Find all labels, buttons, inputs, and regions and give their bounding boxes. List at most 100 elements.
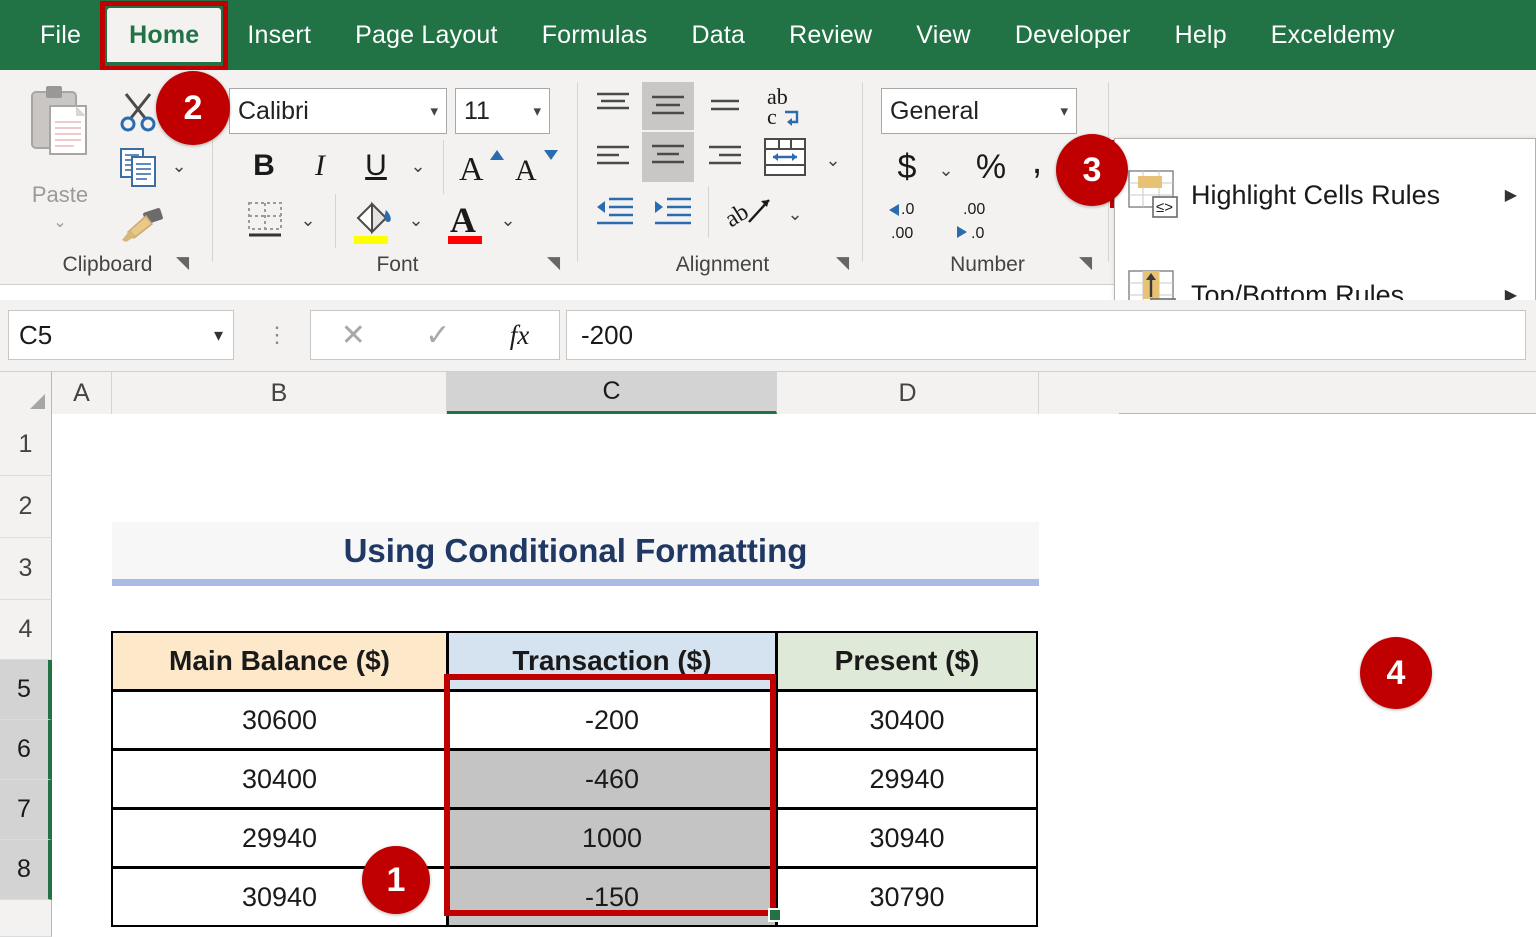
merge-center-button[interactable] bbox=[756, 132, 814, 184]
align-right-button[interactable] bbox=[700, 136, 750, 180]
cell-present[interactable]: 30940 bbox=[776, 808, 1038, 868]
row-header-7[interactable]: 7 bbox=[0, 780, 52, 840]
orientation-button[interactable]: ab bbox=[722, 186, 778, 238]
grow-font-icon: A bbox=[457, 144, 505, 188]
copy-dropdown-chevron-icon[interactable]: ⌄ bbox=[166, 148, 192, 184]
borders-dropdown-chevron-icon[interactable]: ⌄ bbox=[293, 202, 323, 238]
select-all-corner[interactable] bbox=[0, 372, 52, 414]
tab-insert[interactable]: Insert bbox=[225, 8, 333, 62]
align-left-button[interactable] bbox=[588, 136, 638, 180]
tab-page-layout[interactable]: Page Layout bbox=[333, 8, 520, 62]
alignment-dialog-launcher[interactable]: ◥ bbox=[836, 253, 849, 273]
fill-color-dropdown-chevron-icon[interactable]: ⌄ bbox=[401, 202, 431, 238]
row-header-9[interactable] bbox=[0, 900, 52, 937]
tab-formulas[interactable]: Formulas bbox=[520, 8, 670, 62]
column-header-a[interactable]: A bbox=[52, 372, 112, 414]
merge-center-dropdown-chevron-icon[interactable]: ⌄ bbox=[818, 142, 848, 178]
wrap-text-icon: ab c bbox=[763, 82, 813, 130]
align-center-button[interactable] bbox=[642, 132, 694, 182]
merge-cells-icon bbox=[761, 135, 809, 181]
paste-label: Paste bbox=[32, 182, 88, 208]
font-dialog-launcher[interactable]: ◥ bbox=[547, 253, 560, 273]
row-header-8[interactable]: 8 bbox=[0, 840, 52, 900]
bold-button[interactable]: B bbox=[241, 144, 287, 188]
font-color-icon: A bbox=[440, 196, 490, 246]
format-painter-button[interactable] bbox=[112, 198, 172, 248]
increase-indent-button[interactable] bbox=[646, 188, 700, 234]
increase-font-size-button[interactable]: A bbox=[455, 142, 507, 190]
cell-main-balance[interactable]: 30600 bbox=[111, 690, 448, 750]
underline-dropdown-chevron-icon[interactable]: ⌄ bbox=[403, 148, 433, 184]
number-format-combobox[interactable]: General ▾ bbox=[881, 88, 1077, 134]
column-header-c[interactable]: C bbox=[447, 372, 777, 414]
fill-handle[interactable] bbox=[768, 908, 782, 922]
tab-view[interactable]: View bbox=[894, 8, 993, 62]
row-header-3[interactable]: 3 bbox=[0, 538, 52, 600]
font-color-dropdown-chevron-icon[interactable]: ⌄ bbox=[493, 202, 523, 238]
top-align-button[interactable] bbox=[588, 84, 638, 128]
formula-bar-grip[interactable]: ⋮ bbox=[266, 322, 288, 348]
copy-button[interactable] bbox=[112, 142, 164, 192]
name-box[interactable]: C5 ▾ bbox=[8, 310, 234, 360]
decrease-font-size-button[interactable]: A bbox=[511, 142, 563, 190]
cell-transaction[interactable]: -150 bbox=[447, 867, 777, 927]
tab-help[interactable]: Help bbox=[1153, 8, 1249, 62]
fill-color-button[interactable] bbox=[345, 194, 401, 248]
cell-present[interactable]: 29940 bbox=[776, 749, 1038, 809]
insert-function-icon[interactable]: fx bbox=[510, 320, 530, 351]
worksheet-grid: A B C D 1 2 3 4 5 6 7 8 Using Conditiona… bbox=[0, 372, 1536, 937]
clipboard-dialog-launcher[interactable]: ◥ bbox=[176, 253, 189, 273]
column-header-b[interactable]: B bbox=[112, 372, 447, 414]
cell-present[interactable]: 30790 bbox=[776, 867, 1038, 927]
cell-transaction[interactable]: -460 bbox=[447, 749, 777, 809]
percent-button[interactable]: % bbox=[969, 142, 1013, 192]
currency-dropdown-chevron-icon[interactable]: ⌄ bbox=[931, 152, 961, 188]
paste-button[interactable]: Paste ⌄ bbox=[14, 84, 106, 260]
callout-badge-2: 2 bbox=[156, 71, 230, 145]
tab-home[interactable]: Home bbox=[107, 8, 221, 62]
row-header-2[interactable]: 2 bbox=[0, 476, 52, 538]
wrap-text-button[interactable]: ab c bbox=[758, 80, 818, 132]
cell-main-balance[interactable]: 30400 bbox=[111, 749, 448, 809]
middle-align-button[interactable] bbox=[642, 82, 694, 130]
cell-transaction[interactable]: -200 bbox=[447, 690, 777, 750]
column-header-d[interactable]: D bbox=[777, 372, 1039, 414]
enter-icon[interactable]: ✓ bbox=[425, 318, 450, 353]
decrease-decimal-button[interactable]: .00 .0 bbox=[949, 196, 1011, 246]
increase-indent-icon bbox=[651, 193, 695, 229]
menu-item-highlight-cells-rules[interactable]: ≤> Highlight Cells Rules ▶ bbox=[1115, 145, 1536, 245]
menu-item-label: Highlight Cells Rules bbox=[1191, 180, 1505, 211]
increase-decimal-button[interactable]: .0 .00 bbox=[883, 196, 945, 246]
borders-button[interactable] bbox=[241, 196, 293, 244]
decrease-indent-button[interactable] bbox=[588, 188, 642, 234]
cell-transaction[interactable]: 1000 bbox=[447, 808, 777, 868]
tab-developer[interactable]: Developer bbox=[993, 8, 1153, 62]
column-header-e[interactable] bbox=[1039, 372, 1119, 414]
formula-bar-row: C5 ▾ ⋮ ✕ ✓ fx -200 bbox=[0, 300, 1536, 372]
tab-file[interactable]: File bbox=[18, 8, 103, 62]
comma-style-button[interactable]: , bbox=[1017, 136, 1057, 186]
currency-button[interactable]: $ bbox=[885, 142, 929, 192]
bottom-align-button[interactable] bbox=[700, 86, 750, 130]
worksheet-title-cell[interactable]: Using Conditional Formatting bbox=[112, 522, 1039, 586]
tab-data[interactable]: Data bbox=[669, 8, 767, 62]
tab-exceldemy[interactable]: Exceldemy bbox=[1249, 8, 1417, 62]
number-dialog-launcher[interactable]: ◥ bbox=[1079, 253, 1092, 273]
paste-dropdown-chevron-icon[interactable]: ⌄ bbox=[53, 212, 66, 232]
font-color-button[interactable]: A bbox=[437, 194, 493, 248]
submenu-arrow-icon: ▶ bbox=[1505, 185, 1517, 205]
row-header-1[interactable]: 1 bbox=[0, 414, 52, 476]
font-size-combobox[interactable]: 11 ▾ bbox=[455, 88, 550, 134]
underline-button[interactable]: U bbox=[353, 144, 399, 188]
orientation-dropdown-chevron-icon[interactable]: ⌄ bbox=[780, 196, 810, 232]
group-divider bbox=[862, 82, 863, 262]
row-header-4[interactable]: 4 bbox=[0, 600, 52, 660]
font-name-combobox[interactable]: Calibri ▾ bbox=[229, 88, 447, 134]
cell-present[interactable]: 30400 bbox=[776, 690, 1038, 750]
row-header-6[interactable]: 6 bbox=[0, 720, 52, 780]
tab-review[interactable]: Review bbox=[767, 8, 894, 62]
italic-button[interactable]: I bbox=[297, 144, 343, 188]
formula-input[interactable]: -200 bbox=[566, 310, 1526, 360]
cancel-icon[interactable]: ✕ bbox=[341, 318, 366, 353]
row-header-5[interactable]: 5 bbox=[0, 660, 52, 720]
